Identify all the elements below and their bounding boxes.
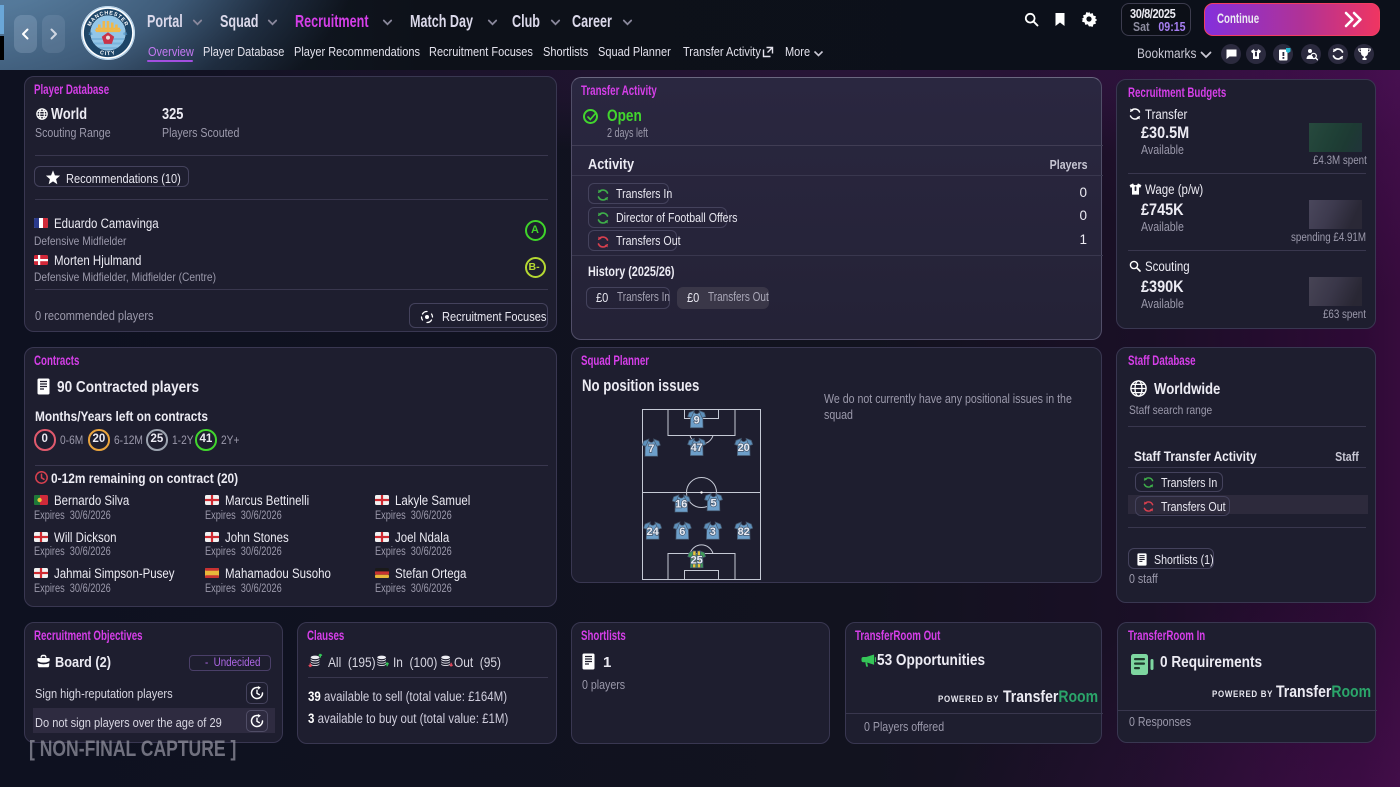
svg-text:18: 18 [88,32,92,36]
svg-text:3: 3 [710,526,716,538]
svg-text:9: 9 [694,414,700,426]
svg-text:5: 5 [710,497,716,509]
svg-text:16: 16 [675,499,687,511]
svg-text:82: 82 [738,526,750,538]
svg-text:47: 47 [691,442,703,454]
svg-text:20: 20 [738,442,750,454]
svg-text:6: 6 [679,526,685,538]
svg-text:7: 7 [648,443,654,455]
svg-text:24: 24 [646,526,659,538]
svg-text:25: 25 [691,554,703,566]
